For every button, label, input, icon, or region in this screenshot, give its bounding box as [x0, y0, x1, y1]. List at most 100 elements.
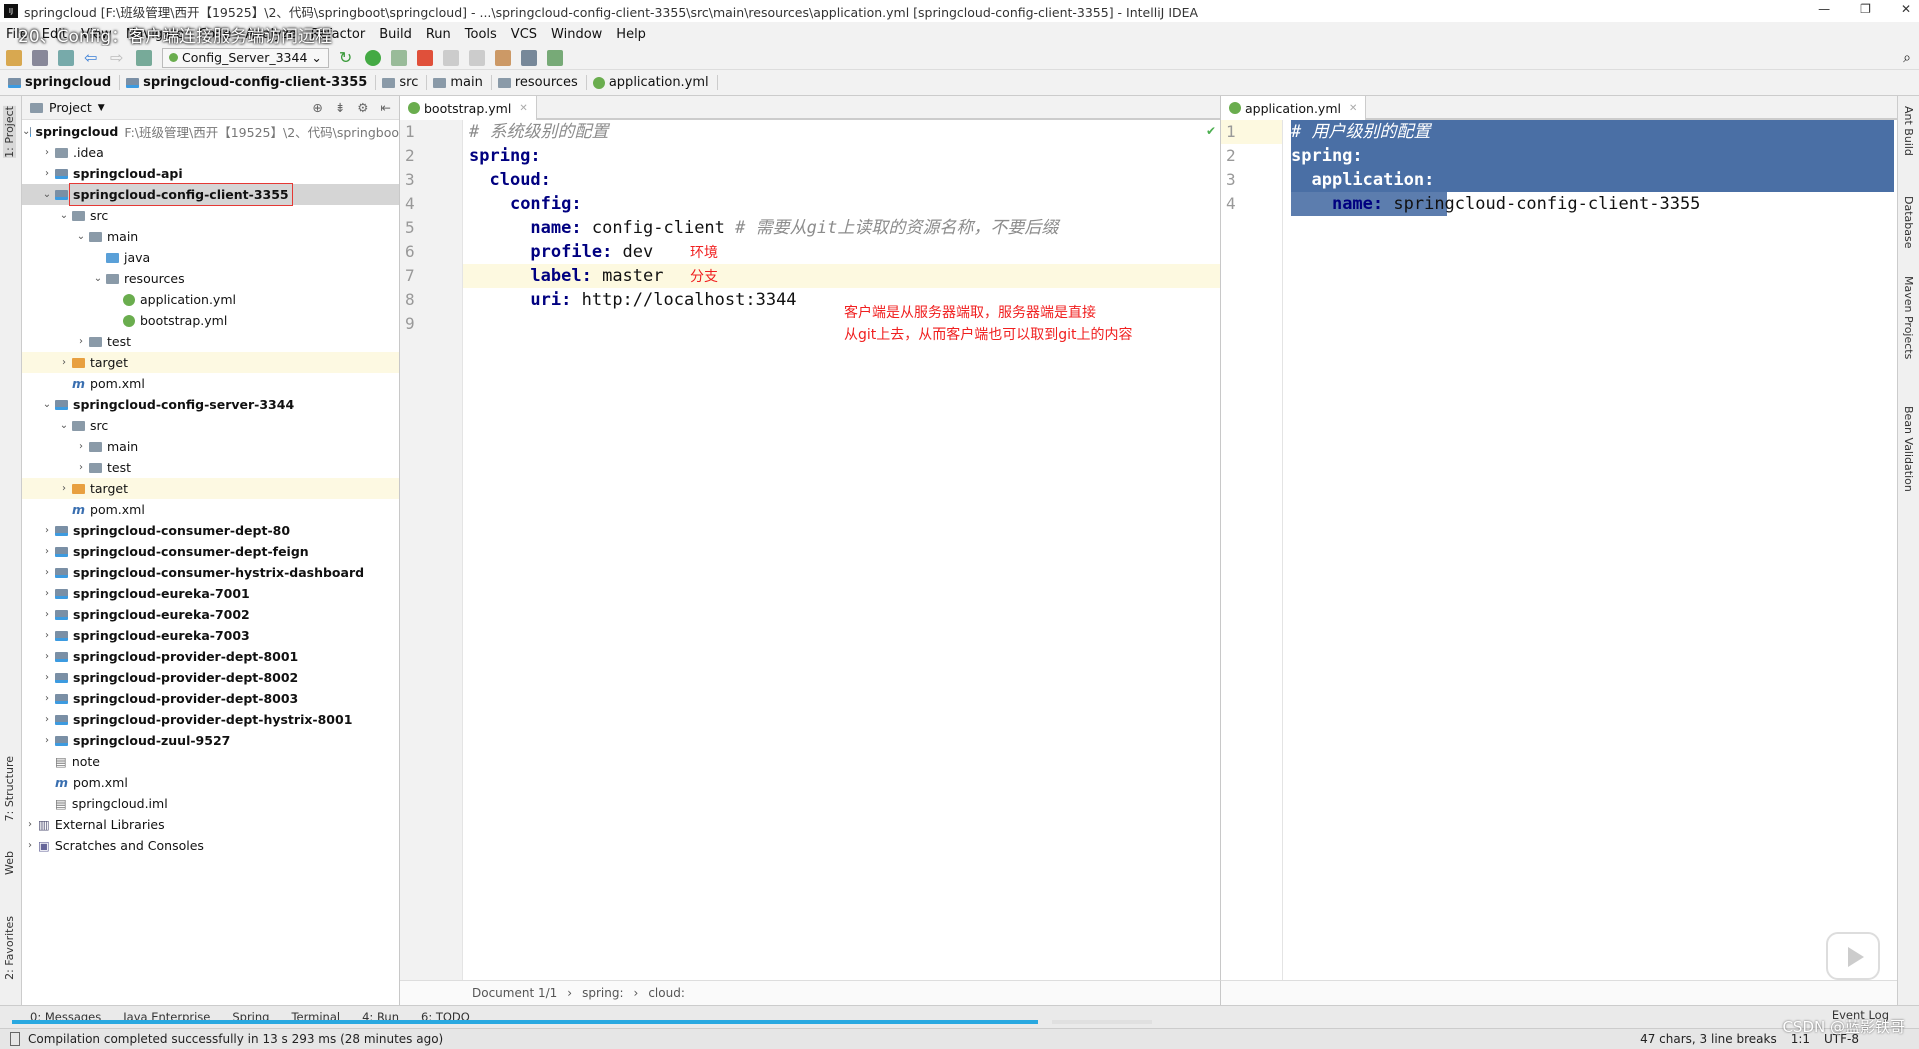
chevron-right-icon[interactable]: ›: [56, 483, 72, 494]
tree-item[interactable]: › springcloud-consumer-dept-feign: [22, 541, 399, 562]
web-tool-tab[interactable]: Web: [3, 851, 16, 875]
tree-item[interactable]: ⌄ springcloud F:\班级管理\西开【19525】\2、代码\sprin…: [22, 121, 399, 142]
chevron-right-icon[interactable]: ›: [39, 714, 55, 725]
chevron-right-icon[interactable]: ›: [39, 735, 55, 746]
favorites-tool-tab[interactable]: 2: Favorites: [3, 916, 16, 980]
chevron-right-icon[interactable]: ›: [39, 567, 55, 578]
breadcrumb-item[interactable]: springcloud: [8, 75, 121, 90]
chevron-down-icon[interactable]: ⌄: [56, 210, 72, 221]
breadcrumb-item[interactable]: src: [382, 75, 428, 90]
search-icon[interactable]: ⌕: [1903, 50, 1911, 66]
tree-item[interactable]: › springcloud-api: [22, 163, 399, 184]
bean-validation-tool-tab[interactable]: Bean Validation: [1902, 406, 1915, 492]
tree-item[interactable]: ⌄ main: [22, 226, 399, 247]
chevron-right-icon[interactable]: ›: [73, 441, 89, 452]
tree-item[interactable]: ⌄ springcloud-config-client-3355: [22, 183, 399, 206]
maximize-button[interactable]: ❐: [1860, 2, 1871, 16]
tree-item[interactable]: › springcloud-zuul-9527: [22, 730, 399, 751]
chevron-right-icon[interactable]: ›: [39, 630, 55, 641]
tree-item[interactable]: › target: [22, 352, 399, 373]
chevron-right-icon[interactable]: ›: [39, 609, 55, 620]
tree-item[interactable]: › springcloud-eureka-7002: [22, 604, 399, 625]
tree-item[interactable]: › springcloud-provider-dept-hystrix-8001: [22, 709, 399, 730]
chevron-down-icon[interactable]: ⌄: [90, 273, 106, 284]
tree-item[interactable]: › .idea: [22, 142, 399, 163]
tree-item[interactable]: › springcloud-consumer-hystrix-dashboard: [22, 562, 399, 583]
tree-item[interactable]: ▤ springcloud.iml: [22, 793, 399, 814]
stop-icon[interactable]: [416, 49, 433, 66]
rerun-icon[interactable]: ↻: [339, 49, 355, 66]
ant-build-tool-tab[interactable]: Ant Build: [1902, 106, 1915, 156]
project-structure-icon[interactable]: [520, 49, 537, 66]
tree-item[interactable]: › main: [22, 436, 399, 457]
menu-tools[interactable]: Tools: [465, 27, 497, 42]
chevron-right-icon[interactable]: ›: [39, 546, 55, 557]
menu-vcs[interactable]: VCS: [511, 27, 537, 42]
vcs-update-icon[interactable]: [442, 49, 459, 66]
tree-item[interactable]: ⌄ src: [22, 205, 399, 226]
chevron-right-icon[interactable]: ›: [39, 693, 55, 704]
tree-item[interactable]: › test: [22, 457, 399, 478]
chevron-right-icon[interactable]: ›: [39, 147, 55, 158]
tree-item[interactable]: bootstrap.yml: [22, 310, 399, 331]
maven-projects-tool-tab[interactable]: Maven Projects: [1902, 276, 1915, 359]
vcs-commit-icon[interactable]: [468, 49, 485, 66]
crumb-document[interactable]: Document 1/1: [472, 986, 557, 1000]
debug-icon[interactable]: [364, 49, 381, 66]
tree-item[interactable]: › springcloud-eureka-7003: [22, 625, 399, 646]
forward-icon[interactable]: ⇨: [110, 49, 126, 66]
sdk-icon[interactable]: [546, 49, 563, 66]
chevron-right-icon[interactable]: ›: [22, 840, 38, 851]
chevron-down-icon[interactable]: ⌄: [39, 189, 55, 200]
tree-item[interactable]: › springcloud-consumer-dept-80: [22, 520, 399, 541]
chevron-down-icon[interactable]: ⌄: [22, 126, 30, 137]
close-button[interactable]: ✕: [1901, 2, 1911, 16]
menu-run[interactable]: Run: [426, 27, 451, 42]
tree-item[interactable]: › ▣ Scratches and Consoles: [22, 835, 399, 856]
tree-item[interactable]: m pom.xml: [22, 499, 399, 520]
database-tool-tab[interactable]: Database: [1902, 196, 1915, 249]
tree-item[interactable]: ⌄ springcloud-config-server-3344: [22, 394, 399, 415]
tree-item[interactable]: ▤ note: [22, 751, 399, 772]
project-tool-tab[interactable]: 1: Project: [3, 106, 16, 158]
crumb-cloud[interactable]: cloud:: [648, 986, 685, 1000]
run-config-select[interactable]: Config_Server_3344 ⌄: [162, 47, 329, 68]
menu-window[interactable]: Window: [551, 27, 602, 42]
chevron-down-icon[interactable]: ⌄: [56, 420, 72, 431]
menu-build[interactable]: Build: [379, 27, 412, 42]
menu-help[interactable]: Help: [616, 27, 646, 42]
tree-item[interactable]: java: [22, 247, 399, 268]
breadcrumb-item[interactable]: resources: [497, 75, 587, 90]
chevron-right-icon[interactable]: ›: [39, 588, 55, 599]
tree-item[interactable]: › target: [22, 478, 399, 499]
tree-item[interactable]: application.yml: [22, 289, 399, 310]
tree-item[interactable]: › springcloud-provider-dept-8001: [22, 646, 399, 667]
coverage-icon[interactable]: [390, 49, 407, 66]
tree-item[interactable]: ⌄ resources: [22, 268, 399, 289]
chevron-right-icon[interactable]: ›: [73, 462, 89, 473]
build-icon[interactable]: [136, 49, 152, 66]
settings-icon[interactable]: [494, 49, 511, 66]
tree-item[interactable]: › springcloud-provider-dept-8002: [22, 667, 399, 688]
save-icon[interactable]: [32, 49, 48, 66]
tree-item[interactable]: m pom.xml: [22, 772, 399, 793]
chevron-right-icon[interactable]: ›: [39, 168, 55, 179]
chevron-right-icon[interactable]: ›: [39, 525, 55, 536]
chevron-right-icon[interactable]: ›: [56, 357, 72, 368]
chevron-down-icon[interactable]: ⌄: [39, 399, 55, 410]
breadcrumb-item[interactable]: springcloud-config-client-3355: [126, 75, 377, 90]
tab-bootstrap-yml[interactable]: bootstrap.yml ✕: [400, 96, 537, 120]
open-icon[interactable]: [6, 49, 22, 66]
locate-icon[interactable]: ⊕: [312, 100, 322, 115]
breadcrumb-item[interactable]: application.yml: [592, 75, 718, 90]
tree-item[interactable]: › springcloud-eureka-7001: [22, 583, 399, 604]
chevron-right-icon[interactable]: ›: [39, 672, 55, 683]
chevron-right-icon[interactable]: ›: [22, 819, 38, 830]
close-tab-icon[interactable]: ✕: [519, 103, 527, 114]
minimize-button[interactable]: —: [1818, 2, 1830, 16]
sync-icon[interactable]: [58, 49, 74, 66]
collapse-icon[interactable]: ⇟: [335, 100, 345, 115]
back-icon[interactable]: ⇦: [84, 49, 100, 66]
project-view-select[interactable]: Project: [49, 100, 92, 115]
tree-item[interactable]: ⌄ src: [22, 415, 399, 436]
